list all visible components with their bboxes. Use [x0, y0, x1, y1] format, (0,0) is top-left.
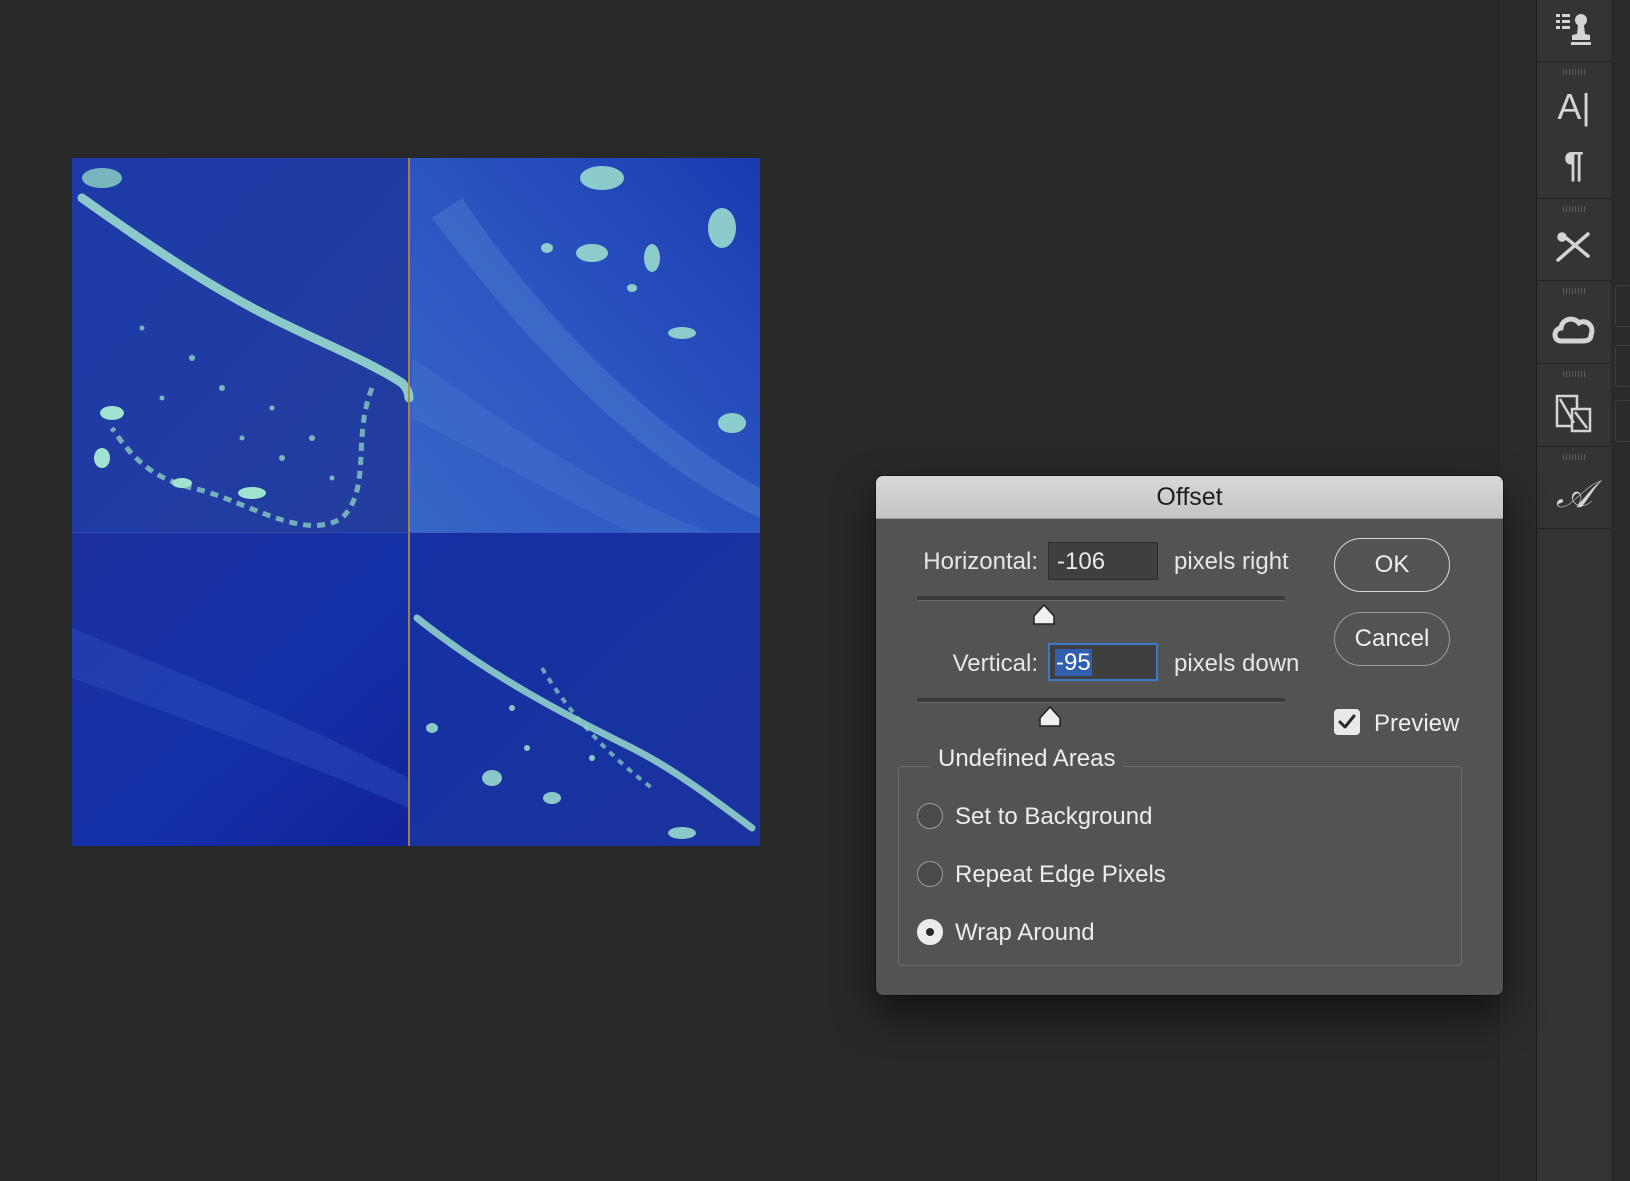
- tool-presets-icon[interactable]: [1537, 220, 1611, 272]
- dock-group-device-preview: [1537, 363, 1611, 447]
- checkmark-icon: [1338, 714, 1356, 729]
- paragraph-icon[interactable]: ¶: [1537, 139, 1611, 191]
- radio-label-wrap-around[interactable]: Wrap Around: [955, 919, 1095, 947]
- dock-grip[interactable]: [1563, 371, 1585, 377]
- device-preview-icon[interactable]: [1537, 387, 1611, 439]
- dock-group-tool-presets: [1537, 198, 1611, 281]
- panel-dock: A| ¶ 𝒜: [1536, 0, 1612, 1181]
- radio-label-set-to-background[interactable]: Set to Background: [955, 803, 1152, 831]
- glyphs-icon[interactable]: 𝒜: [1537, 468, 1611, 520]
- horizontal-slider-track[interactable]: [917, 596, 1285, 601]
- vertical-label: Vertical:: [952, 650, 1038, 677]
- preview-checkbox[interactable]: [1334, 709, 1360, 735]
- dialog-titlebar[interactable]: Offset: [876, 476, 1503, 519]
- image-content: [72, 158, 760, 846]
- dock-grip[interactable]: [1563, 69, 1585, 75]
- canvas-image[interactable]: [72, 158, 760, 846]
- dock-edge: [1611, 0, 1630, 1181]
- dock-grip[interactable]: [1563, 454, 1585, 460]
- dock-group-libraries: [1537, 280, 1611, 364]
- horizontal-unit-label: pixels right: [1174, 548, 1289, 575]
- offset-dialog: Offset Horizontal: -106 pixels right Ver…: [876, 476, 1503, 995]
- dock-group-glyphs: 𝒜: [1537, 446, 1611, 529]
- cancel-button[interactable]: Cancel: [1334, 612, 1450, 666]
- clone-source-icon[interactable]: [1537, 2, 1611, 54]
- vertical-slider-track[interactable]: [917, 698, 1285, 703]
- creative-cloud-libraries-icon[interactable]: [1537, 304, 1611, 356]
- vertical-input[interactable]: -95: [1048, 643, 1158, 681]
- dock-grip[interactable]: [1563, 206, 1585, 212]
- horizontal-input[interactable]: -106: [1048, 542, 1158, 580]
- dock-grip[interactable]: [1563, 288, 1585, 294]
- radio-repeat-edge-pixels[interactable]: [917, 861, 943, 887]
- preview-label: Preview: [1374, 710, 1460, 737]
- radio-set-to-background[interactable]: [917, 803, 943, 829]
- vertical-slider-thumb[interactable]: [1038, 706, 1062, 728]
- dock-gutter: [1498, 0, 1537, 1181]
- vertical-unit-label: pixels down: [1174, 650, 1300, 677]
- ok-button[interactable]: OK: [1334, 538, 1450, 592]
- dialog-title: Offset: [1156, 482, 1223, 511]
- radio-wrap-around[interactable]: [917, 919, 943, 945]
- dock-group-type: A| ¶: [1537, 61, 1611, 199]
- horizontal-label: Horizontal:: [923, 548, 1038, 575]
- radio-label-repeat-edge-pixels[interactable]: Repeat Edge Pixels: [955, 861, 1166, 889]
- character-icon[interactable]: A|: [1537, 81, 1611, 133]
- horizontal-slider-thumb[interactable]: [1032, 604, 1056, 626]
- undefined-areas-title: Undefined Areas: [930, 745, 1124, 773]
- dock-group-clone-source: [1537, 0, 1611, 62]
